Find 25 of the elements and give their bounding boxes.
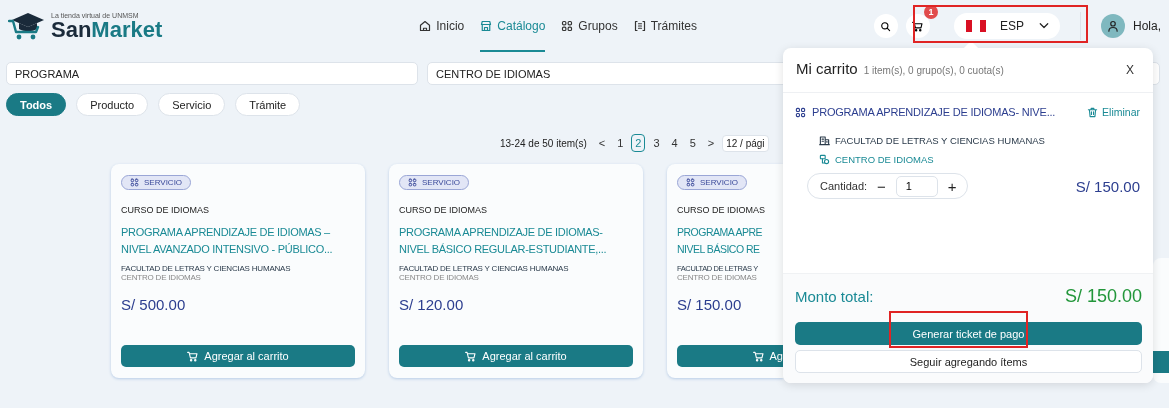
service-tag: SERVICIO [121, 175, 192, 190]
product-price: S/ 150.00 [677, 296, 743, 313]
service-tag: SERVICIO [677, 175, 748, 190]
service-tag: SERVICIO [399, 175, 470, 190]
cart-summary: 1 item(s), 0 grupo(s), 0 cuota(s) [863, 65, 1004, 76]
unit-name: CENTRO DE IDIOMAS [835, 154, 934, 165]
product-category: CURSO DE IDIOMAS [399, 205, 488, 215]
unit-name: CENTRO DE IDIOMAS [121, 273, 202, 282]
product-price: S/ 120.00 [399, 296, 465, 313]
quantity-label: Cantidad: [820, 180, 868, 192]
brand-name: SanMarket [51, 19, 163, 41]
total-label: Monto total: [795, 288, 874, 305]
unit-name: CENTRO DE IDIOMAS [677, 273, 758, 282]
cart-item-price: S/ 150.00 [1075, 177, 1140, 195]
faculty-name: FACULTAD DE LETRAS Y CIENCIAS HUMANAS [399, 264, 570, 273]
product-price: S/ 500.00 [121, 296, 187, 313]
pagination-summary: 13-24 de 50 item(s) [500, 137, 587, 149]
faculty-name: FACULTAD DE LETRAS Y CIENCIAS HUMANAS [121, 264, 292, 273]
greeting-text: Hola, [1133, 19, 1161, 33]
product-category: CURSO DE IDIOMAS [677, 205, 766, 215]
unit-name: CENTRO DE IDIOMAS [399, 273, 480, 282]
faculty-name: FACULTAD DE LETRAS Y CIENCIAS HUMANAS [835, 135, 1045, 146]
cart-title: Mi carrito [796, 60, 858, 77]
product-category: CURSO DE IDIOMAS [121, 205, 210, 215]
total-amount: S/ 150.00 [1064, 286, 1142, 307]
